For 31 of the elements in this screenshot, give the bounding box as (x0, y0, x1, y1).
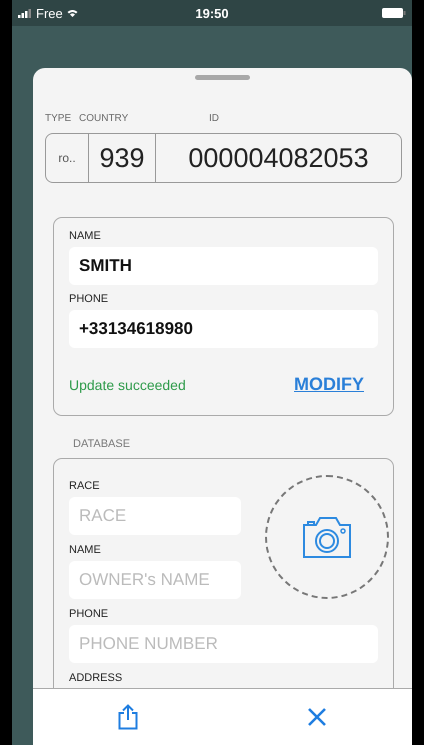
text-field[interactable]: PHONE NUMBER (69, 625, 378, 663)
identifier-field[interactable]: ro.. 939 000004082053 (45, 133, 402, 183)
carrier-name: Free (36, 6, 63, 20)
drag-handle[interactable] (195, 75, 250, 80)
field-label: COUNTRY (79, 113, 130, 126)
field-label: ADDRESS (69, 672, 124, 684)
field-label: NAME (69, 230, 102, 242)
field-label: TYPE (45, 113, 72, 126)
modify-link[interactable]: MODIFY (294, 374, 364, 395)
identifier-text: ro.. (46, 134, 89, 182)
battery-icon (382, 8, 406, 18)
field-label: NAME (69, 544, 102, 556)
photo-placeholder[interactable] (265, 475, 389, 599)
camera-icon (302, 515, 352, 559)
text-field[interactable]: SMITH (69, 247, 378, 285)
section-title: DATABASE (73, 438, 132, 450)
text-field[interactable]: +33134618980 (69, 310, 378, 348)
field-label: PHONE (69, 293, 110, 305)
wifi-icon (66, 9, 78, 17)
share-icon (118, 704, 138, 730)
field-label: ID (209, 113, 220, 126)
field-label: PHONE (69, 608, 110, 620)
identifier-text: 000004082053 (187, 142, 370, 174)
identifier-text: 939 (89, 134, 156, 182)
status-message: Update succeeded (69, 376, 186, 392)
clock-time: 19:50 (194, 6, 230, 20)
text-field[interactable]: RACE (69, 497, 241, 535)
field-label: RACE (69, 480, 101, 492)
text-field[interactable]: OWNER's NAME (69, 561, 241, 599)
signal-icon (18, 8, 32, 18)
close-icon (307, 707, 328, 727)
